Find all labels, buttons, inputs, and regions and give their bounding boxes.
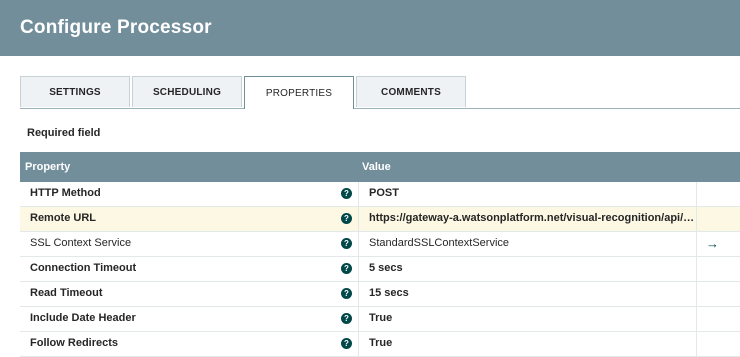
table-header: Property Value [20,152,740,182]
property-value: StandardSSLContextService [369,237,510,249]
tab-properties[interactable]: PROPERTIES [244,76,354,109]
property-value-cell[interactable]: StandardSSLContextService [358,232,697,256]
property-value: https://gateway-a.watsonplatform.net/vis… [369,212,695,224]
tab-comments[interactable]: COMMENTS [356,76,466,107]
property-value: True [369,312,393,324]
property-value-cell[interactable]: 5 secs [358,257,697,281]
property-name: Read Timeout [30,287,103,299]
question-circle-icon[interactable]: ? [341,213,352,224]
question-circle-icon[interactable]: ? [341,263,352,274]
column-header-property[interactable]: Property [25,161,70,173]
question-circle-icon[interactable]: ? [341,313,352,324]
property-value-cell[interactable]: https://gateway-a.watsonplatform.net/vis… [358,207,697,231]
question-circle-icon[interactable]: ? [341,338,352,349]
property-name: SSL Context Service [30,237,132,249]
question-circle-icon[interactable]: ? [341,238,352,249]
properties-table: Property Value HTTP Method ? POST Remote… [20,152,740,357]
column-header-value[interactable]: Value [362,161,391,173]
property-value: 15 secs [369,287,409,299]
required-field-label: Required field [27,127,101,139]
tab-bar: SETTINGS SCHEDULING PROPERTIES COMMENTS [20,76,740,109]
arrow-right-icon[interactable]: → [706,236,719,251]
table-row[interactable]: HTTP Method ? POST [20,182,740,207]
property-value: 5 secs [369,262,403,274]
property-name: Remote URL [30,212,97,224]
table-row[interactable]: Follow Redirects ? True [20,332,740,357]
property-name: Connection Timeout [30,262,137,274]
property-value-cell[interactable]: True [358,307,697,331]
tab-scheduling[interactable]: SCHEDULING [132,76,242,107]
dialog-title: Configure Processor [20,17,212,38]
property-name: Follow Redirects [30,337,119,349]
question-circle-icon[interactable]: ? [341,288,352,299]
table-row[interactable]: Read Timeout ? 15 secs [20,282,740,307]
question-circle-icon[interactable]: ? [341,188,352,199]
table-row[interactable]: Connection Timeout ? 5 secs [20,257,740,282]
table-row[interactable]: SSL Context Service ? StandardSSLContext… [20,232,740,257]
property-name: HTTP Method [30,187,101,199]
tab-settings[interactable]: SETTINGS [20,76,130,107]
property-value-cell[interactable]: True [358,332,697,356]
table-row[interactable]: Include Date Header ? True [20,307,740,332]
property-value: POST [369,187,399,199]
table-row[interactable]: Remote URL ? https://gateway-a.watsonpla… [20,207,740,232]
property-name: Include Date Header [30,312,136,324]
property-value: True [369,337,393,349]
property-value-cell[interactable]: 15 secs [358,282,697,306]
property-value-cell[interactable]: POST [358,182,697,206]
dialog-header: Configure Processor [0,0,740,56]
